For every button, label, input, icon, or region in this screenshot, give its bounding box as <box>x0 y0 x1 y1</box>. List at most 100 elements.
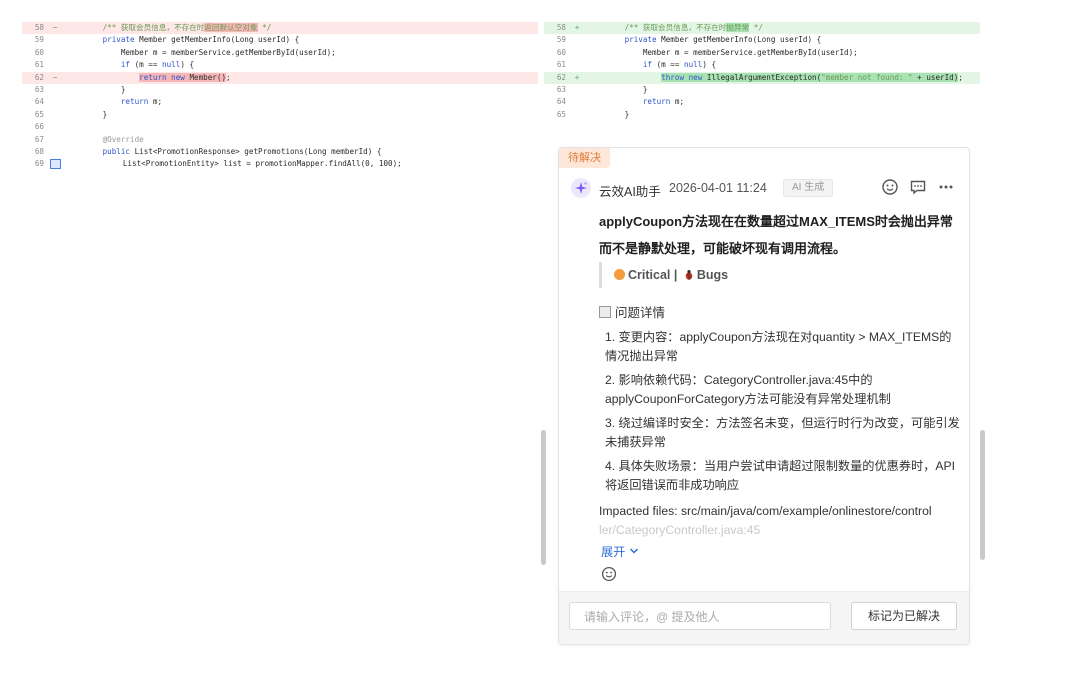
more-options-icon[interactable] <box>937 178 957 198</box>
diff-line[interactable]: 61 if (m == null) { <box>22 59 538 71</box>
code-text: return new Member(); <box>66 72 231 84</box>
detail-item-1: 1. 变更内容：applyCoupon方法现在对quantity > MAX_I… <box>605 330 952 363</box>
left-scrollbar[interactable] <box>541 430 546 565</box>
code-token: } <box>66 84 126 94</box>
code-text: List<PromotionEntity> list = promotionMa… <box>68 158 402 170</box>
code-text: } <box>588 84 648 96</box>
code-token: Member() <box>189 72 227 82</box>
line-number: 63 <box>34 84 44 94</box>
code-token: ; <box>226 72 231 82</box>
diff-line[interactable]: 68 public List<PromotionResponse> getPro… <box>22 146 538 158</box>
separator: | <box>673 268 678 282</box>
details-heading-label: 问题详情 <box>615 306 666 320</box>
diff-line[interactable]: 66 <box>22 121 538 133</box>
code-token: ) { <box>702 60 717 70</box>
code-token: ) { <box>180 60 195 70</box>
line-number: 63 <box>556 84 566 94</box>
sparkle-icon <box>575 182 587 194</box>
code-text: @Override <box>66 134 144 146</box>
code-token: m; <box>674 97 685 107</box>
code-token: null <box>684 60 703 70</box>
ai-generated-badge: AI 生成 <box>783 179 834 197</box>
line-number: 58 <box>556 23 566 32</box>
diff-line[interactable]: 60 Member m = memberService.getMemberByI… <box>544 47 980 59</box>
diff-marker: + <box>574 72 580 82</box>
code-text: throw new IllegalArgumentException("memb… <box>588 72 963 84</box>
code-token: Member getMemberInfo(Long userId) { <box>139 35 300 45</box>
reply-comment-icon[interactable] <box>909 178 929 198</box>
diff-line[interactable]: 64 return m; <box>22 96 538 108</box>
code-token: (m == <box>656 60 685 70</box>
code-token: public <box>66 146 135 156</box>
code-token: List<PromotionEntity> list = promotionMa… <box>68 159 402 169</box>
comment-footer: 请输入评论，@ 提及他人 标记为已解决 <box>559 591 969 644</box>
code-text: } <box>66 109 108 121</box>
comment-input[interactable]: 请输入评论，@ 提及他人 <box>569 602 831 630</box>
line-number: 68 <box>34 146 44 156</box>
code-text: private Member getMemberInfo(Long userId… <box>588 34 822 46</box>
chevron-down-icon <box>629 548 638 554</box>
author-name[interactable]: 云效AI助手 <box>599 181 661 200</box>
code-token: */ <box>749 23 763 32</box>
code-text: return m; <box>588 96 684 108</box>
expand-button[interactable]: 展开 <box>601 542 639 560</box>
diff-marker: − <box>52 72 58 82</box>
diff-line[interactable]: 67 @Override <box>22 134 538 146</box>
add-comment-icon[interactable] <box>50 159 61 170</box>
diff-line[interactable]: 60 Member m = memberService.getMemberByI… <box>22 47 538 59</box>
diff-line[interactable]: 63 } <box>22 84 538 96</box>
code-token: throw new <box>661 72 707 82</box>
line-number: 64 <box>556 97 566 107</box>
diff-line[interactable]: 61 if (m == null) { <box>544 59 980 71</box>
code-token: } <box>588 109 630 119</box>
code-text: /** 获取会员信息，不存在时抛异常 */ <box>588 22 763 34</box>
diff-line[interactable]: 65 } <box>22 109 538 121</box>
impacted-files-faded: ler/CategoryController.java:45 <box>599 523 761 537</box>
severity-label: Critical <box>628 268 671 282</box>
code-text: Member m = memberService.getMemberById(u… <box>66 47 336 59</box>
detail-item-4: 4. 具体失败场景：当用户尝试申请超过限制数量的优惠券时，API将返回错误而非成… <box>605 459 956 492</box>
code-token: 抛异常 <box>726 23 750 32</box>
avatar <box>571 178 591 198</box>
code-token: /** 获取会员信息，不存在时 <box>588 23 727 32</box>
right-scrollbar[interactable] <box>980 430 985 560</box>
comment-header: 云效AI助手 2026-04-01 11:24 AI 生成 <box>571 178 957 200</box>
code-token: private <box>66 35 140 45</box>
code-token: (m == <box>134 60 163 70</box>
diff-line[interactable]: 62 + throw new IllegalArgumentException("… <box>544 71 980 84</box>
code-text: public List<PromotionResponse> getPromot… <box>66 146 382 158</box>
diff-line[interactable]: 58− /** 获取会员信息，不存在时返回默认空对象 */ <box>22 22 538 35</box>
diff-line[interactable]: 64 return m; <box>544 96 980 108</box>
expand-label: 展开 <box>601 545 626 559</box>
code-token: /** 获取会员信息，不存在时 <box>66 23 205 32</box>
code-text: /** 获取会员信息，不存在时返回默认空对象 */ <box>66 22 271 34</box>
diff-line[interactable]: 59 private Member getMemberInfo(Long use… <box>544 34 980 46</box>
code-token: m; <box>152 97 163 107</box>
status-badge: 待解决 <box>559 148 610 168</box>
diff-line[interactable]: 59 private Member getMemberInfo(Long use… <box>22 34 538 46</box>
diff-line[interactable]: 62− return new Member(); <box>22 71 538 84</box>
diff-marker: + <box>574 23 580 32</box>
code-text: Member m = memberService.getMemberById(u… <box>588 47 858 59</box>
add-reaction-icon[interactable] <box>601 566 617 582</box>
diff-line[interactable]: 58 + /** 获取会员信息，不存在时抛异常 */ <box>544 22 980 35</box>
diff-line[interactable]: 63 } <box>544 84 980 96</box>
emoji-reaction-icon[interactable] <box>881 178 901 198</box>
detail-item-3: 3. 绕过编译时安全：方法签名未变，但运行时行为改变，可能引发未捕获异常 <box>605 416 960 449</box>
code-token: + userId) <box>912 72 959 82</box>
diff-line[interactable]: 69 List<PromotionEntity> list = promotio… <box>22 158 538 170</box>
comment-timestamp: 2026-04-01 11:24 <box>669 181 767 195</box>
diff-line[interactable]: 65 } <box>544 109 980 121</box>
code-token: if <box>66 60 135 70</box>
line-number: 62 <box>556 72 566 82</box>
code-token: if <box>588 60 657 70</box>
mark-resolved-button[interactable]: 标记为已解决 <box>851 602 957 630</box>
review-comment-card: 待解决 云效AI助手 2026-04-01 11:24 AI 生成 applyC… <box>558 147 970 645</box>
detail-item-2: 2. 影响依赖代码：CategoryController.java:45中的ap… <box>605 373 891 406</box>
line-number: 59 <box>556 35 566 45</box>
diff-marker: − <box>52 23 58 32</box>
bug-icon <box>683 264 695 290</box>
line-number: 62 <box>34 72 44 82</box>
line-number: 69 <box>34 159 44 169</box>
code-text: } <box>588 109 630 121</box>
